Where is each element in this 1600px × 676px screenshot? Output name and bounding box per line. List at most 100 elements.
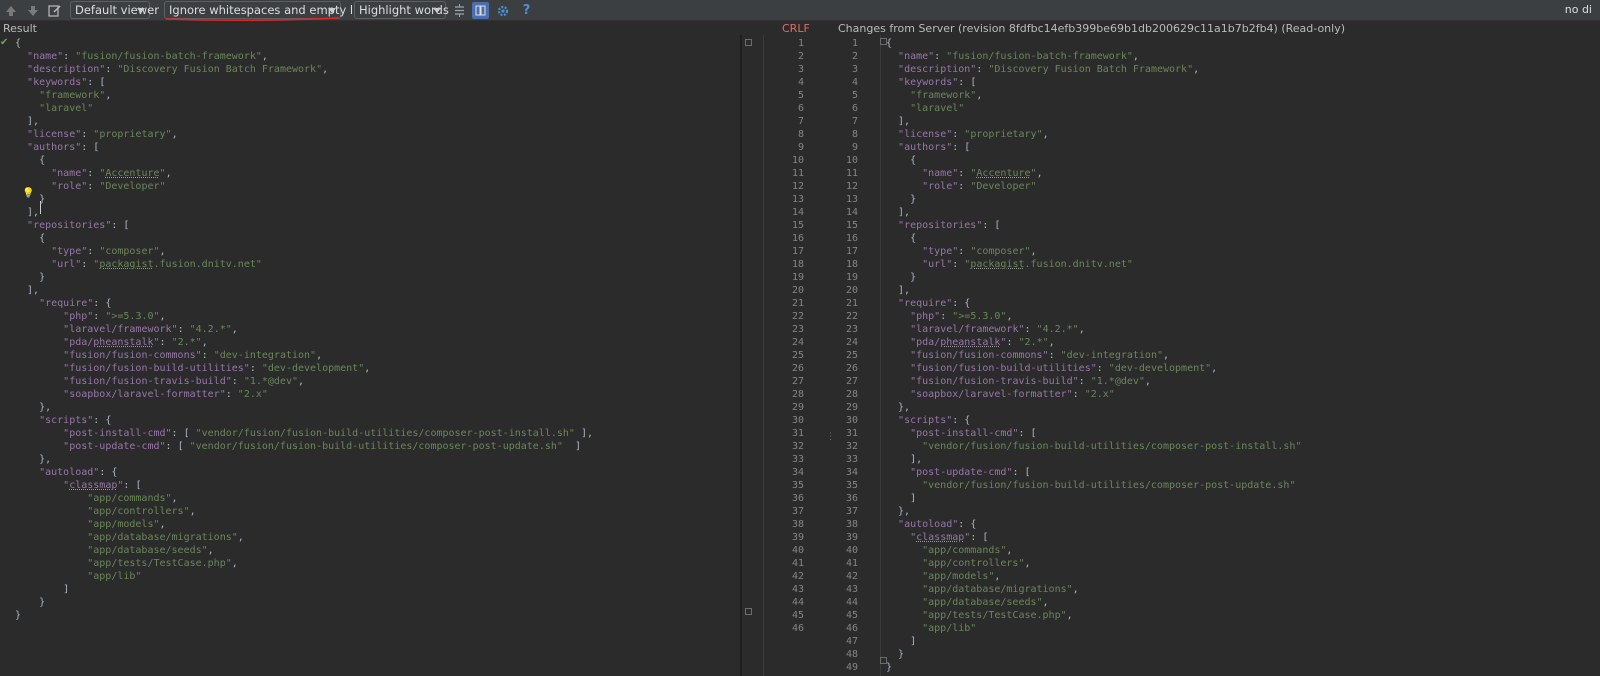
viewer-dropdown[interactable]: Default viewer — [70, 1, 159, 19]
line-number: 24 — [791, 337, 804, 348]
code-line: "laravel" — [39, 103, 94, 114]
line-number: 30 — [845, 415, 858, 426]
line-number: 7 — [851, 116, 858, 127]
line-number: 29 — [791, 402, 804, 413]
line-number: 12 — [845, 181, 858, 192]
code-line: "classmap": [ — [63, 480, 142, 491]
line-number: 28 — [845, 389, 858, 400]
code-line: { — [15, 233, 46, 244]
code-line: "php": ">=5.3.0", — [63, 311, 166, 322]
code-line: } — [886, 662, 893, 673]
code-line: "vendor/fusion/fusion-build-utilities/co… — [922, 480, 1296, 491]
code-line: ] — [15, 584, 70, 595]
line-number: 15 — [791, 220, 804, 231]
splitter-grip-icon[interactable]: ⋮ — [826, 432, 835, 442]
line-number: 22 — [791, 311, 804, 322]
line-ending-indicator[interactable]: CRLF — [782, 22, 810, 35]
line-number: 47 — [845, 636, 858, 647]
line-number: 31 — [791, 428, 804, 439]
code-line: "url": "packagist.fusion.dnitv.net" — [922, 259, 1133, 270]
previous-difference-icon[interactable] — [2, 2, 19, 19]
code-line: { — [886, 155, 917, 166]
code-line: }, — [15, 402, 52, 413]
code-line: "autoload": { — [898, 519, 977, 530]
line-number: 17 — [791, 246, 804, 257]
line-number: 35 — [791, 480, 804, 491]
line-number: 27 — [791, 376, 804, 387]
line-number: 11 — [791, 168, 804, 179]
next-difference-icon[interactable] — [24, 2, 41, 19]
code-line: "app/commands", — [922, 545, 1013, 556]
code-line: "post-install-cmd": [ — [910, 428, 1037, 439]
line-number: 35 — [845, 480, 858, 491]
server-editor[interactable]: { "name": "fusion/fusion-batch-framework… — [880, 35, 1600, 676]
result-editor[interactable]: ✔ 💡 { "name": "fusion/fusion-batch-frame… — [0, 35, 740, 676]
line-number: 1 — [797, 38, 804, 49]
line-number: 3 — [797, 64, 804, 75]
diff-gutter — [742, 35, 764, 676]
code-line: "fusion/fusion-commons": "dev-integratio… — [63, 350, 323, 361]
code-line: "fusion/fusion-travis-build": "1.*@dev", — [63, 376, 305, 387]
gutter-divider — [763, 35, 764, 676]
line-number: 20 — [845, 285, 858, 296]
check-mark-icon: ✔ — [0, 37, 9, 48]
line-number: 19 — [845, 272, 858, 283]
line-number: 16 — [845, 233, 858, 244]
line-number: 27 — [845, 376, 858, 387]
line-number: 39 — [791, 532, 804, 543]
code-line: }, — [15, 454, 52, 465]
code-line: "name": "Accenture", — [51, 168, 172, 179]
code-line: "url": "packagist.fusion.dnitv.net" — [51, 259, 262, 270]
gear-icon[interactable] — [494, 2, 511, 19]
code-line: "laravel/framework": "4.2.*", — [910, 324, 1085, 335]
line-number: 18 — [791, 259, 804, 270]
code-line: "require": { — [898, 298, 971, 309]
line-number: 19 — [791, 272, 804, 283]
line-number: 22 — [845, 311, 858, 322]
line-number: 18 — [845, 259, 858, 270]
highlight-dropdown[interactable]: Highlight words — [354, 1, 449, 19]
code-line: } — [15, 194, 46, 205]
code-line: }, — [886, 402, 911, 413]
code-line: "app/tests/TestCase.php", — [922, 610, 1073, 621]
fold-marker-icon[interactable] — [745, 608, 752, 615]
code-line: "pda/pheanstalk": "2.*", — [63, 337, 208, 348]
result-panel-title: Result — [3, 22, 37, 35]
line-number: 23 — [791, 324, 804, 335]
code-line: "fusion/fusion-commons": "dev-integratio… — [910, 350, 1170, 361]
code-line: ] — [886, 493, 917, 504]
edit-source-icon[interactable] — [46, 2, 63, 19]
line-number: 45 — [791, 610, 804, 621]
line-number: 42 — [845, 571, 858, 582]
line-number: 43 — [791, 584, 804, 595]
code-line: "soapbox/laravel-formatter": "2.x" — [63, 389, 268, 400]
line-number: 32 — [791, 441, 804, 452]
left-line-numbers: 1 2 3 4 5 6 7 8 9 10 11 12 13 14 15 16 17 18 19 20 21 22 23 24 2… — [774, 35, 804, 676]
line-number: 4 — [851, 77, 858, 88]
line-number: 8 — [797, 129, 804, 140]
line-number: 15 — [845, 220, 858, 231]
code-line: } — [886, 194, 917, 205]
line-number: 14 — [845, 207, 858, 218]
diff-toolbar: Default viewer Ignore whitespaces and em… — [0, 0, 1600, 21]
code-line: } — [15, 272, 46, 283]
whitespace-dropdown-label: Ignore whitespaces and empty lines — [169, 3, 377, 17]
code-line: { — [15, 155, 46, 166]
code-line: "laravel/framework": "4.2.*", — [63, 324, 238, 335]
sync-scroll-icon[interactable] — [472, 2, 489, 19]
collapse-unchanged-icon[interactable] — [451, 2, 468, 19]
code-line: "app/lib" — [87, 571, 142, 582]
line-number: 33 — [791, 454, 804, 465]
code-line: "laravel" — [910, 103, 965, 114]
right-line-numbers: 1 2 3 4 5 6 7 8 9 10 11 12 13 14 15 16 17 18 19 20 21 22 23 24 2… — [828, 35, 858, 676]
line-number: 6 — [851, 103, 858, 114]
code-line: "app/controllers", — [87, 506, 196, 517]
line-number: 12 — [791, 181, 804, 192]
code-line: "app/models", — [922, 571, 1001, 582]
code-line: ], — [15, 285, 40, 296]
code-line: "description": "Discovery Fusion Batch F… — [27, 64, 329, 75]
help-icon[interactable]: ? — [518, 2, 535, 19]
line-number: 30 — [791, 415, 804, 426]
code-line: "name": "fusion/fusion-batch-framework", — [27, 51, 268, 62]
fold-marker-icon[interactable] — [745, 39, 752, 46]
